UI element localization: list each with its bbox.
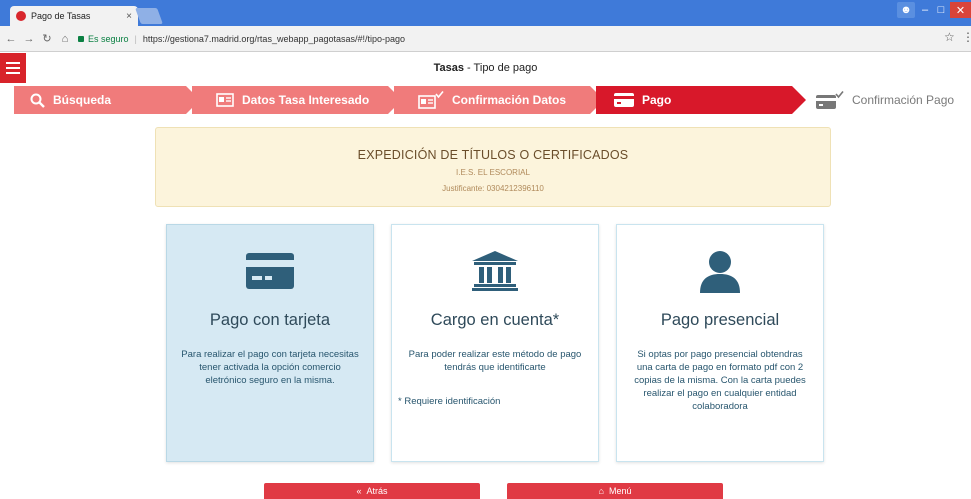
bank-icon (392, 225, 598, 305)
card-title: Pago con tarjeta (209, 311, 331, 329)
minimize-icon[interactable]: – (918, 2, 932, 18)
home-icon: ⌂ (598, 486, 604, 496)
home-icon[interactable]: ⌂ (58, 33, 72, 45)
browser-toolbar: ← → ↻ ⌂ Es seguro | https://gestiona7.ma… (0, 26, 971, 52)
tab-close-icon[interactable]: × (126, 11, 132, 22)
id-card-check-icon (418, 91, 444, 109)
site-favicon-icon (16, 11, 26, 21)
address-separator: | (134, 33, 137, 44)
step-confirmacion-pago[interactable]: Confirmación Pago (816, 86, 971, 114)
page-title-bold: Tasas (433, 62, 464, 74)
lock-icon (78, 35, 84, 42)
card-note: * Requiere identificación (398, 396, 501, 407)
card-description: Para poder realizar este método de pago … (408, 349, 582, 373)
card-description: Para realizar el pago con tarjeta necesi… (181, 349, 359, 386)
new-tab-button[interactable] (135, 8, 163, 24)
menu-button[interactable]: ⌂ Menú (507, 483, 723, 499)
tax-info-panel: EXPEDICIÓN DE TÍTULOS O CERTIFICADOS I.E… (155, 127, 831, 207)
payment-option-card[interactable]: Pago presencial Si optas por pago presen… (616, 224, 824, 462)
browser-tab-strip: Pago de Tasas × ☻ – □ ✕ (0, 0, 971, 26)
tab-title: Pago de Tasas (31, 11, 91, 21)
menu-button-label: Menú (608, 486, 632, 496)
reload-icon[interactable]: ↻ (40, 32, 54, 45)
secure-label: Es seguro (88, 33, 129, 44)
step-label: Datos Tasa Interesado (242, 93, 370, 107)
step-label: Confirmación Datos (452, 93, 567, 107)
back-arrow-icon[interactable]: ← (4, 33, 18, 45)
credit-card-icon (167, 225, 373, 305)
step-datos-tasa[interactable]: Datos Tasa Interesado (192, 86, 388, 114)
card-description: Si optas por pago presencial obtendras u… (634, 349, 806, 412)
hamburger-menu-icon[interactable] (0, 53, 26, 83)
step-busqueda[interactable]: Búsqueda (14, 86, 186, 114)
step-pago[interactable]: Pago (596, 86, 792, 114)
browser-tab[interactable]: Pago de Tasas × (10, 6, 138, 26)
justificante: Justificante: 0304212396110 (442, 184, 544, 193)
back-button[interactable]: « Atrás (264, 483, 480, 499)
card-title: Cargo en cuenta* (430, 311, 560, 329)
step-label: Pago (642, 93, 672, 107)
step-label: Confirmación Pago (852, 93, 955, 107)
app-header: Tasas - Tipo de pago (0, 53, 971, 83)
tax-title: EXPEDICIÓN DE TÍTULOS O CERTIFICADOS (357, 148, 629, 162)
address-bar[interactable]: Es seguro | https://gestiona7.madrid.org… (78, 30, 968, 48)
payment-option-card[interactable]: Pago con tarjeta Para realizar el pago c… (166, 224, 374, 462)
profile-icon[interactable]: ☻ (897, 2, 915, 18)
maximize-icon[interactable]: □ (934, 2, 948, 18)
double-chevron-left-icon: « (356, 486, 362, 496)
search-icon (30, 93, 45, 108)
step-label: Búsqueda (53, 93, 112, 107)
credit-card-icon (614, 93, 634, 107)
step-chevron (792, 86, 806, 114)
page-title-rest: - Tipo de pago (463, 62, 538, 74)
step-confirmacion-datos[interactable]: Confirmación Datos (394, 86, 590, 114)
id-card-icon (216, 93, 234, 107)
school-name: I.E.S. EL ESCORIAL (456, 168, 530, 177)
user-icon (617, 225, 823, 305)
progress-steps: Búsqueda Datos Tasa Interesado Confirmac… (0, 86, 971, 114)
forward-arrow-icon[interactable]: → (22, 33, 36, 45)
browser-menu-icon[interactable]: ⋮ (962, 30, 971, 44)
window-close-icon[interactable]: ✕ (950, 2, 971, 18)
bookmark-star-icon[interactable]: ☆ (944, 30, 955, 44)
payment-option-card[interactable]: Cargo en cuenta* Para poder realizar est… (391, 224, 599, 462)
credit-card-check-icon (816, 91, 844, 109)
page-title: Tasas - Tipo de pago (0, 62, 971, 74)
back-button-label: Atrás (366, 486, 388, 496)
url-text[interactable]: https://gestiona7.madrid.org/rtas_webapp… (143, 34, 405, 44)
card-title: Pago presencial (660, 311, 780, 329)
